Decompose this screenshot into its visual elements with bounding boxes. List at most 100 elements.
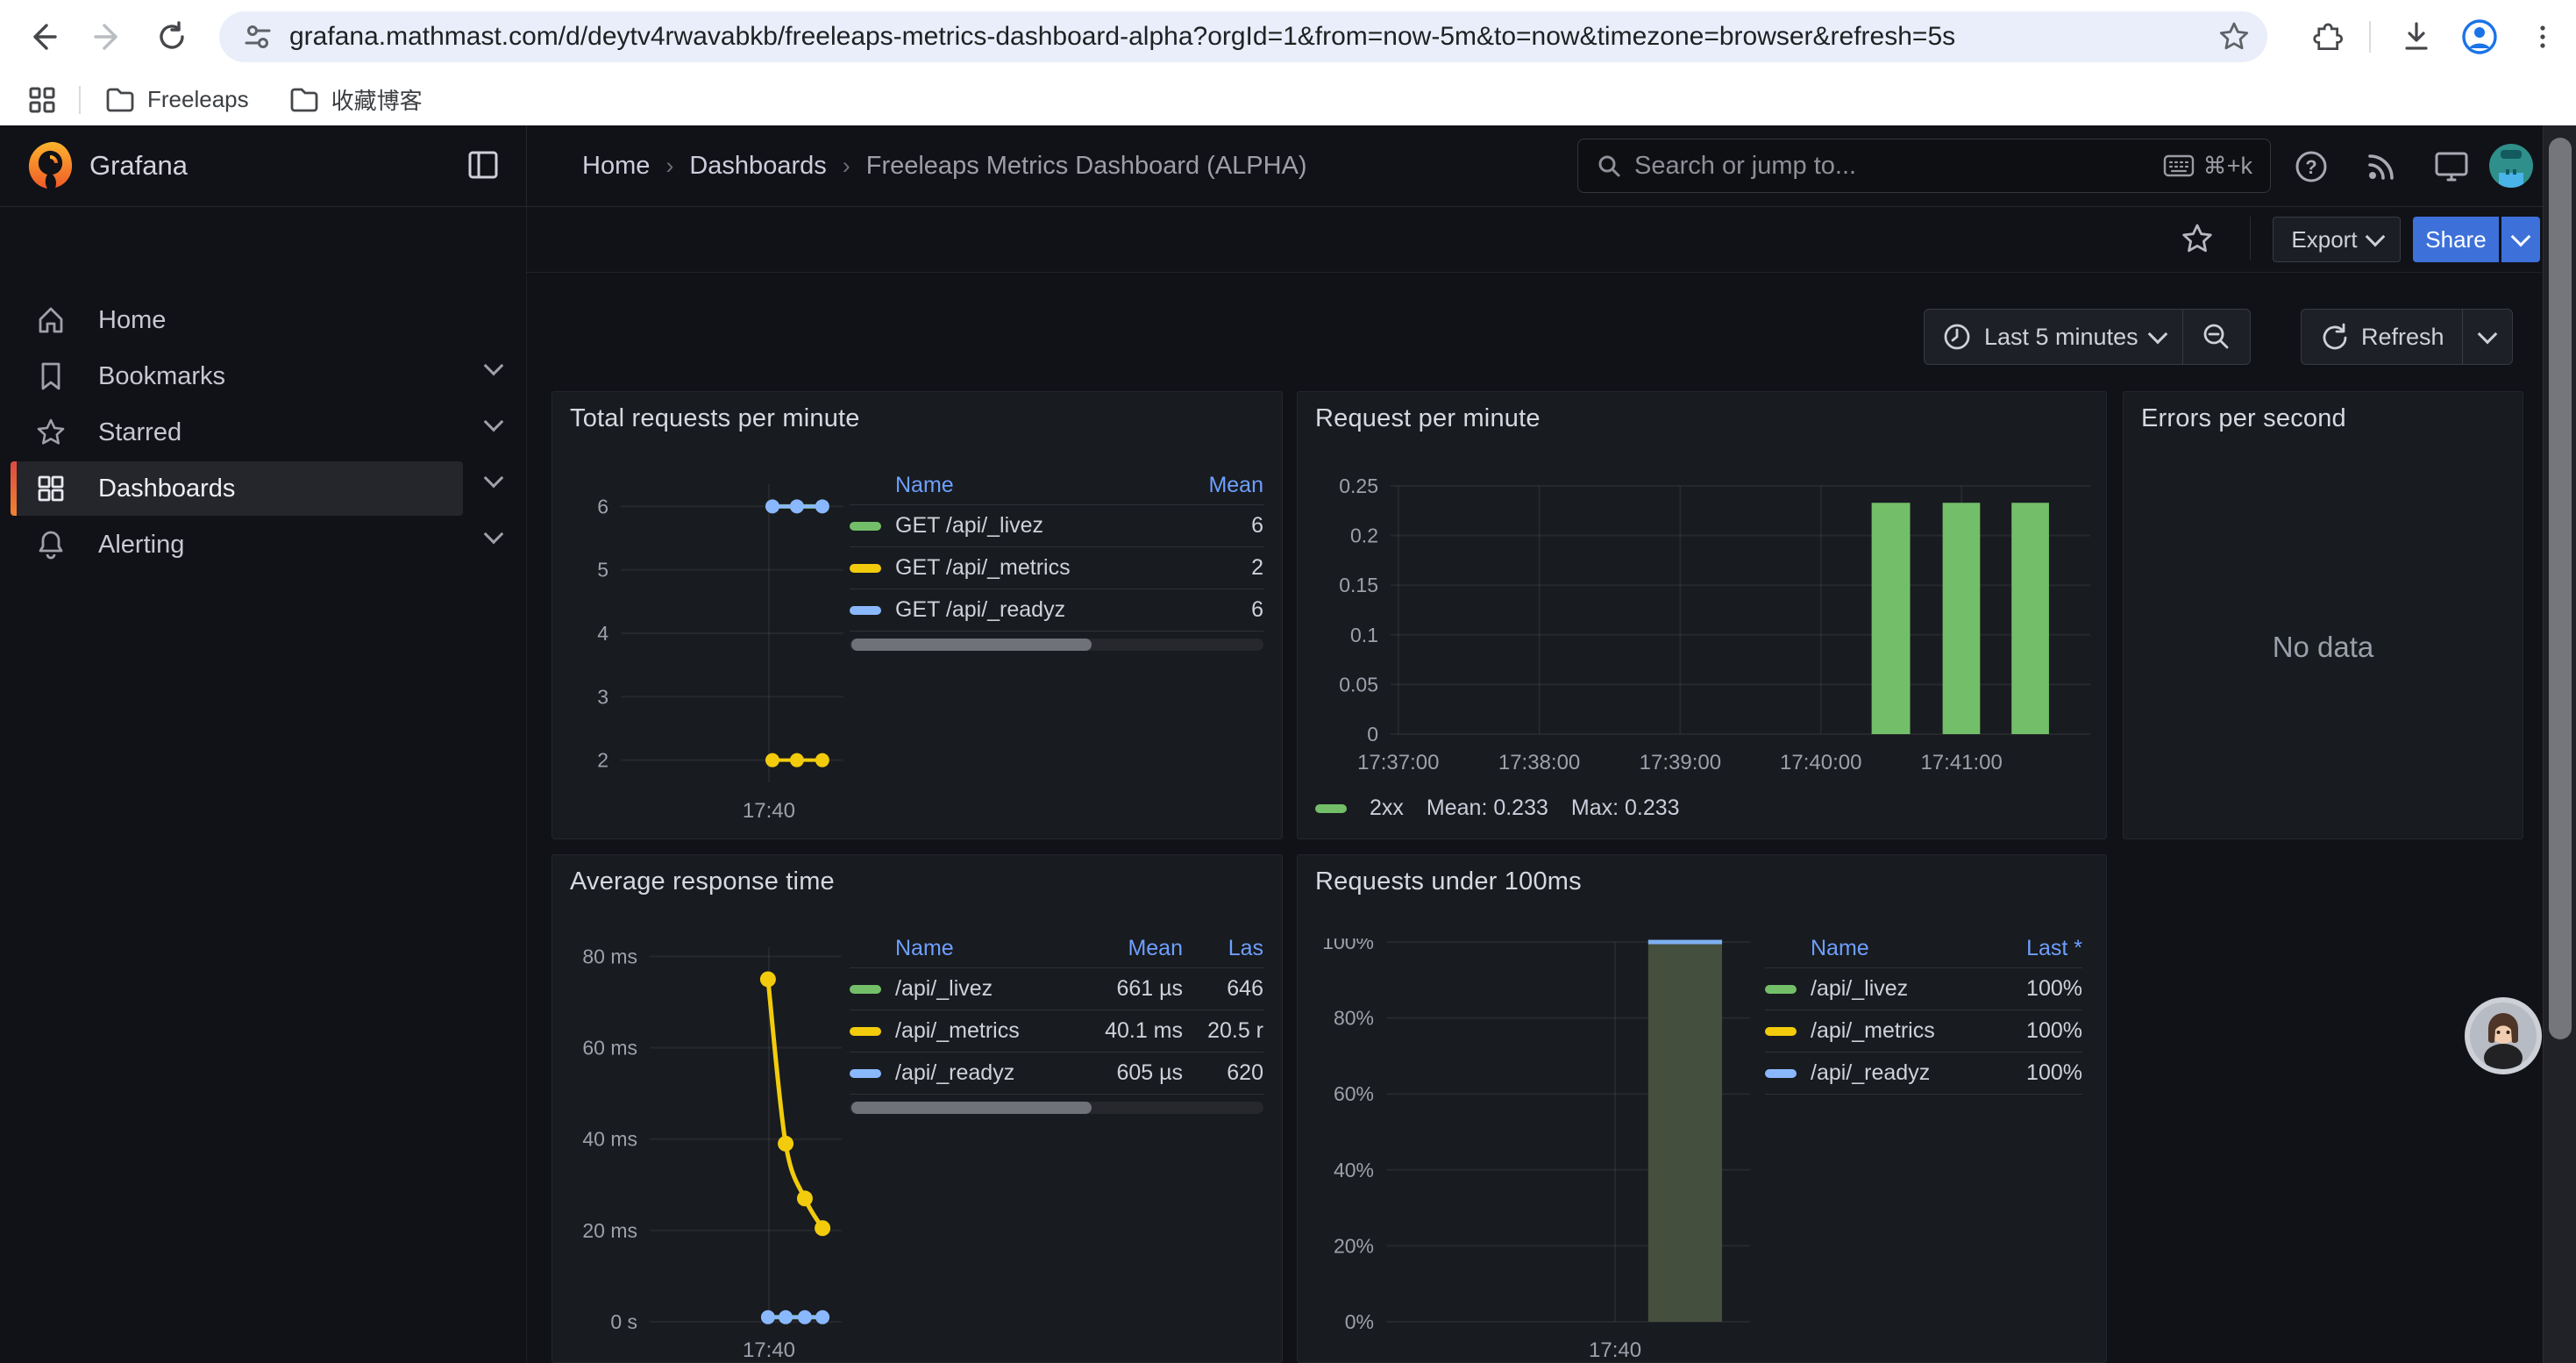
panel-title[interactable]: Average response time bbox=[570, 867, 835, 896]
chevron-down-icon[interactable] bbox=[487, 420, 504, 438]
panel-title[interactable]: Errors per second bbox=[2141, 404, 2346, 433]
sidebar-item-alerting[interactable]: Alerting bbox=[11, 517, 463, 572]
page-scrollbar[interactable] bbox=[2543, 125, 2576, 1363]
legend-scrollbar[interactable] bbox=[850, 639, 1263, 651]
tune-icon[interactable] bbox=[242, 21, 274, 53]
page-scrollbar-thumb[interactable] bbox=[2549, 138, 2572, 1039]
chevron-down-icon[interactable] bbox=[487, 532, 504, 550]
sidebar-item-bookmarks[interactable]: Bookmarks bbox=[11, 349, 463, 403]
legend-inline[interactable]: 2xx Mean: 0.233 Max: 0.233 bbox=[1315, 796, 1680, 821]
chart-request-per-minute[interactable]: 0.250.20.150.10.05017:37:0017:38:0017:39… bbox=[1313, 475, 2096, 796]
export-button[interactable]: Export bbox=[2273, 217, 2401, 262]
bookmark-label: Freeleaps bbox=[147, 86, 249, 113]
browser-back-button[interactable] bbox=[18, 12, 67, 61]
refresh-button[interactable]: Refresh bbox=[2302, 310, 2462, 364]
browser-forward-button[interactable] bbox=[84, 12, 133, 61]
grafana-logo[interactable] bbox=[25, 139, 77, 192]
svg-text:0.2: 0.2 bbox=[1350, 525, 1378, 547]
legend-scrollbar[interactable] bbox=[850, 1102, 1263, 1114]
legend-header-last[interactable]: Last * bbox=[1977, 936, 2082, 961]
legend-scrollbar-thumb[interactable] bbox=[851, 639, 1092, 651]
sidebar-toggle-button[interactable] bbox=[465, 146, 502, 183]
legend-header-mean[interactable]: Mean bbox=[1071, 936, 1183, 961]
legend-row[interactable]: /api/_livez 661 µs 646 bbox=[850, 968, 1263, 1010]
series-color-dash bbox=[850, 564, 881, 573]
sidebar-item-label: Starred bbox=[98, 418, 181, 447]
chart-requests-under-100ms[interactable]: 100%80%60%40%20%0%17:40 bbox=[1313, 938, 1769, 1363]
legend-row[interactable]: GET /api/_readyz 6 bbox=[850, 589, 1263, 632]
folder-icon bbox=[105, 87, 135, 113]
apps-grid-icon[interactable] bbox=[18, 75, 67, 125]
legend-header-name[interactable]: Name bbox=[1765, 936, 1977, 961]
svg-text:0: 0 bbox=[1367, 723, 1378, 746]
help-icon[interactable]: ? bbox=[2291, 146, 2331, 187]
chevron-down-icon[interactable] bbox=[487, 476, 504, 494]
sidebar-item-label: Home bbox=[98, 306, 166, 335]
profile-icon[interactable] bbox=[2455, 12, 2504, 61]
svg-text:40 ms: 40 ms bbox=[582, 1128, 637, 1151]
legend-header-name[interactable]: Name bbox=[850, 473, 1167, 498]
sidebar-item-starred[interactable]: Starred bbox=[11, 405, 463, 460]
chart-total-requests[interactable]: 6543217:40 bbox=[568, 475, 849, 826]
forward-icon bbox=[92, 20, 125, 54]
legend-row[interactable]: /api/_readyz 100% bbox=[1765, 1053, 2082, 1095]
home-icon bbox=[35, 304, 67, 336]
svg-text:0.05: 0.05 bbox=[1339, 673, 1378, 696]
bookmark-star-icon[interactable] bbox=[2210, 12, 2259, 61]
legend-header-mean[interactable]: Mean bbox=[1167, 473, 1263, 498]
user-avatar[interactable] bbox=[2488, 143, 2534, 189]
legend-scrollbar-thumb[interactable] bbox=[851, 1102, 1092, 1114]
panel-title[interactable]: Request per minute bbox=[1315, 404, 1541, 433]
legend-row[interactable]: GET /api/_livez 6 bbox=[850, 505, 1263, 547]
series-color-dash bbox=[850, 1027, 881, 1036]
legend-row[interactable]: GET /api/_metrics 2 bbox=[850, 547, 1263, 589]
star-dashboard-button[interactable] bbox=[2178, 219, 2217, 258]
svg-text:0 s: 0 s bbox=[610, 1310, 637, 1333]
refresh-interval-button[interactable] bbox=[2462, 310, 2512, 364]
legend-row[interactable]: /api/_metrics 100% bbox=[1765, 1010, 2082, 1053]
bookmark-folder-freeleaps[interactable]: Freeleaps bbox=[93, 81, 261, 118]
toolbar-divider bbox=[526, 272, 2543, 273]
sidebar-item-home[interactable]: Home bbox=[11, 293, 463, 347]
legend-header-row: Name Mean Las bbox=[850, 929, 1263, 968]
url-bar[interactable]: grafana.mathmast.com/d/deytv4rwavabkb/fr… bbox=[219, 11, 2267, 62]
monitor-icon[interactable] bbox=[2431, 146, 2472, 187]
legend-header-last[interactable]: Las bbox=[1183, 936, 1263, 961]
chevron-down-icon[interactable] bbox=[487, 364, 504, 382]
news-rss-icon[interactable] bbox=[2361, 146, 2402, 187]
series-name[interactable]: 2xx bbox=[1370, 796, 1404, 821]
download-icon[interactable] bbox=[2392, 12, 2441, 61]
panel-title[interactable]: Requests under 100ms bbox=[1315, 867, 1582, 896]
browser-toolbar: grafana.mathmast.com/d/deytv4rwavabkb/fr… bbox=[0, 0, 2576, 74]
search-input[interactable]: Search or jump to... ⌘+k bbox=[1577, 139, 2271, 193]
svg-text:17:40: 17:40 bbox=[743, 1338, 795, 1362]
svg-text:5: 5 bbox=[597, 559, 608, 582]
time-range-picker[interactable]: Last 5 minutes bbox=[1925, 310, 2182, 364]
panel-title[interactable]: Total requests per minute bbox=[570, 404, 860, 433]
legend-row[interactable]: /api/_readyz 605 µs 620 bbox=[850, 1053, 1263, 1095]
breadcrumb-home[interactable]: Home bbox=[582, 152, 650, 181]
zoom-out-button[interactable] bbox=[2182, 310, 2250, 364]
share-button[interactable]: Share bbox=[2413, 217, 2499, 262]
bookmark-folder-blogs[interactable]: 收藏博客 bbox=[277, 78, 435, 121]
browser-menu-icon[interactable] bbox=[2518, 12, 2567, 61]
legend-table: Name Mean Las /api/_livez 661 µs 646 /ap… bbox=[850, 929, 1263, 1114]
bookmark-icon bbox=[35, 360, 67, 392]
extension-avatar-button[interactable] bbox=[2464, 996, 2543, 1075]
breadcrumb-current: Freeleaps Metrics Dashboard (ALPHA) bbox=[866, 152, 1307, 181]
series-mean: Mean: 0.233 bbox=[1427, 796, 1548, 821]
series-color-dash bbox=[850, 606, 881, 615]
extensions-icon[interactable] bbox=[2301, 12, 2350, 61]
svg-text:20 ms: 20 ms bbox=[582, 1219, 637, 1242]
share-menu-button[interactable] bbox=[2501, 217, 2540, 262]
legend-header-row: Name Last * bbox=[1765, 929, 2082, 968]
grafana-brand[interactable]: Grafana bbox=[89, 125, 188, 206]
legend-row[interactable]: /api/_livez 100% bbox=[1765, 968, 2082, 1010]
browser-reload-button[interactable] bbox=[147, 12, 196, 61]
chart-average-response-time[interactable]: 80 ms60 ms40 ms20 ms0 s17:40 bbox=[568, 938, 849, 1363]
legend-header-name[interactable]: Name bbox=[850, 936, 1071, 961]
breadcrumb-dashboards[interactable]: Dashboards bbox=[689, 152, 826, 181]
sidebar-item-dashboards[interactable]: Dashboards bbox=[11, 461, 463, 516]
search-shortcut: ⌘+k bbox=[2163, 153, 2252, 180]
legend-row[interactable]: /api/_metrics 40.1 ms 20.5 r bbox=[850, 1010, 1263, 1053]
